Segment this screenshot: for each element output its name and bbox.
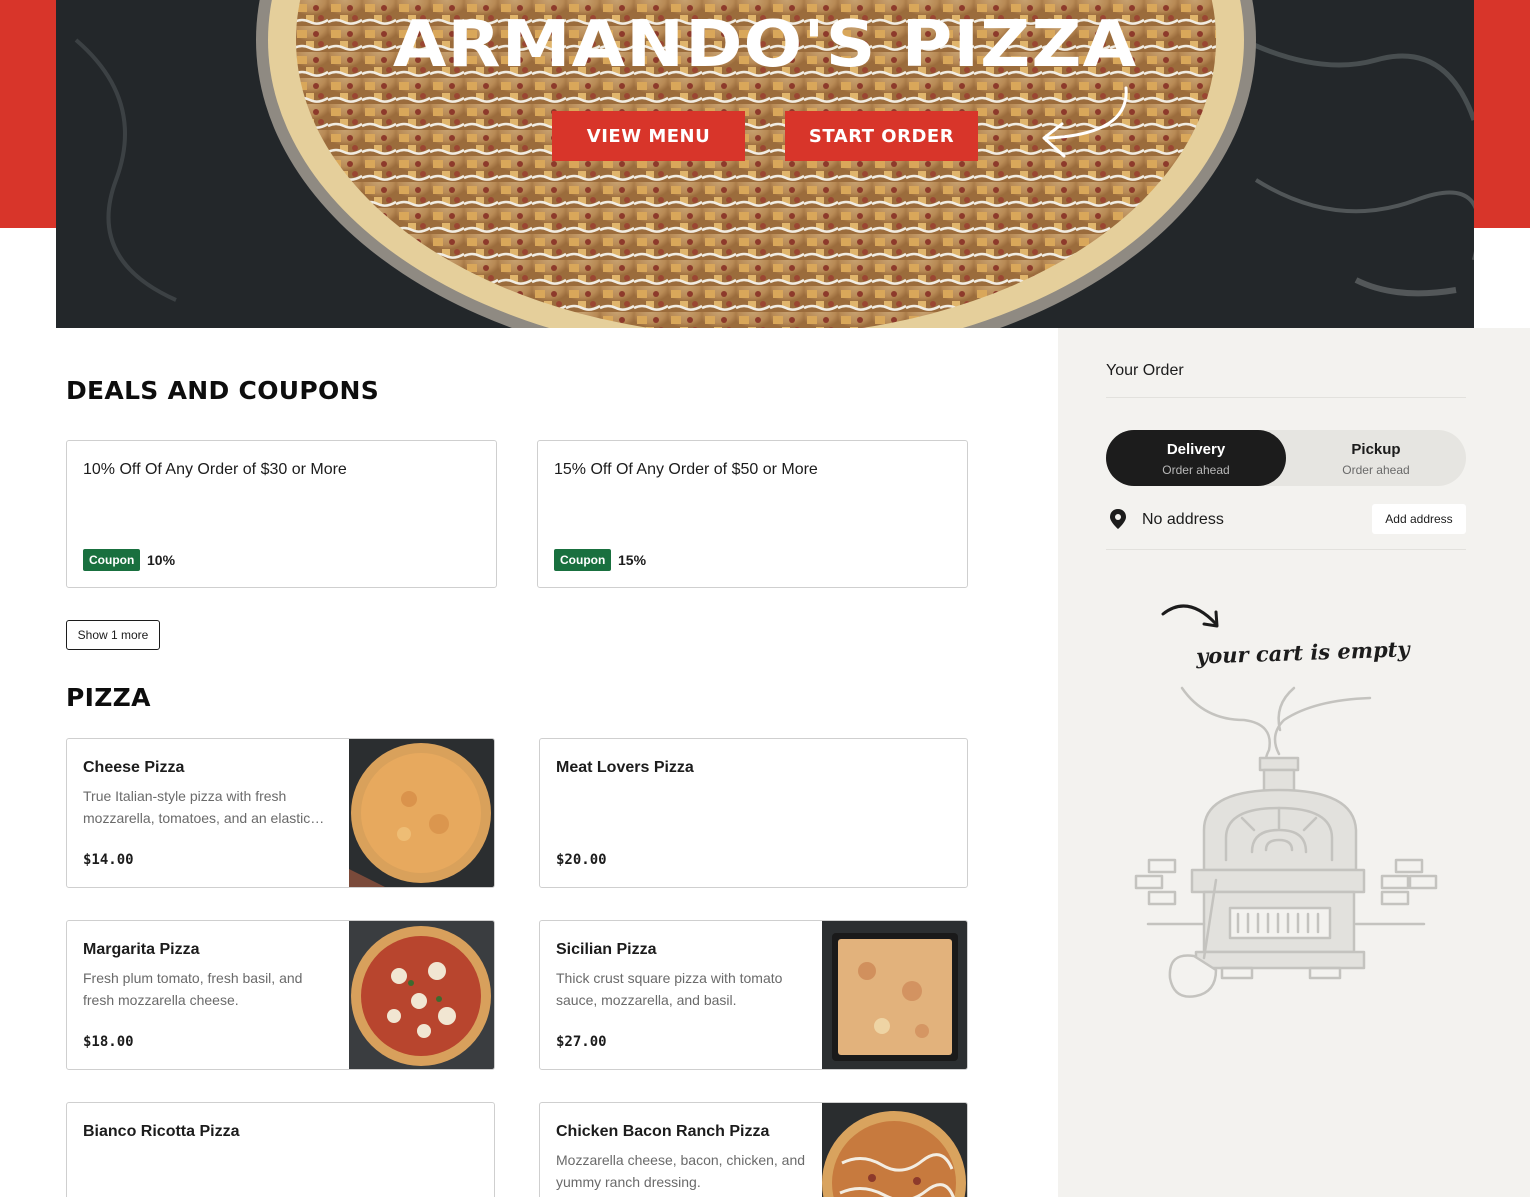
divider: [1106, 397, 1466, 398]
start-order-button[interactable]: START ORDER: [785, 111, 978, 161]
menu-item-card[interactable]: Bianco Ricotta Pizza: [66, 1102, 495, 1197]
page: ARMANDO'S PIZZA VIEW MENU START ORDER DE…: [0, 0, 1530, 1197]
coupon-value: 10%: [147, 552, 176, 568]
menu-item-card[interactable]: Sicilian Pizza Thick crust square pizza …: [539, 920, 968, 1070]
menu-item-price: $18.00: [83, 1034, 134, 1050]
divider: [1106, 549, 1466, 550]
menu-item-price: $20.00: [556, 852, 607, 868]
coupon-card[interactable]: 10% Off Of Any Order of $30 or More Coup…: [66, 440, 497, 588]
view-menu-button[interactable]: VIEW MENU: [552, 111, 745, 161]
delivery-label: Delivery: [1166, 441, 1226, 458]
curved-arrow-icon: [1161, 604, 1219, 628]
coupon-card[interactable]: 15% Off Of Any Order of $50 or More Coup…: [537, 440, 968, 588]
menu-item-card[interactable]: Chicken Bacon Ranch Pizza Mozzarella che…: [539, 1102, 968, 1197]
menu-item-price: $27.00: [556, 1034, 607, 1050]
menu-item-description: Fresh plum tomato, fresh basil, and fres…: [83, 970, 303, 1008]
cheese-pizza-image: [349, 739, 494, 887]
map-pin-icon: [1110, 509, 1126, 529]
menu-item-name: Cheese Pizza: [83, 759, 185, 776]
deals-section-title: DEALS AND COUPONS: [66, 376, 380, 405]
menu-item-card[interactable]: Meat Lovers Pizza $20.00: [539, 738, 968, 888]
add-address-button[interactable]: Add address: [1372, 504, 1466, 534]
order-title: Your Order: [1106, 362, 1184, 379]
menu-item-name: Margarita Pizza: [83, 941, 200, 958]
order-sidebar: Your Order Delivery Order ahead Pickup O…: [1058, 328, 1530, 1197]
address-row: No address Add address: [1106, 504, 1466, 534]
menu-item-price: $14.00: [83, 852, 134, 868]
menu-item-description: Thick crust square pizza with tomato sau…: [556, 970, 783, 1008]
pizza-section-title: PIZZA: [66, 683, 151, 712]
show-more-button[interactable]: Show 1 more: [66, 620, 160, 650]
empty-cart-text: your cart is empty: [1195, 636, 1410, 669]
fulfillment-toggle: Delivery Order ahead Pickup Order ahead: [1106, 430, 1466, 486]
coupon-title: 10% Off Of Any Order of $30 or More: [83, 461, 347, 478]
sicilian-pizza-image: [822, 921, 967, 1069]
menu-item-name: Chicken Bacon Ranch Pizza: [556, 1123, 770, 1140]
pickup-sublabel: Order ahead: [1342, 463, 1410, 477]
hero-banner: ARMANDO'S PIZZA VIEW MENU START ORDER: [56, 0, 1474, 328]
pickup-label: Pickup: [1351, 441, 1401, 458]
coupon-badge: Coupon: [83, 549, 141, 571]
menu-item-card[interactable]: Cheese Pizza True Italian-style pizza wi…: [66, 738, 495, 888]
menu-item-card[interactable]: Margarita Pizza Fresh plum tomato, fresh…: [66, 920, 495, 1070]
delivery-sublabel: Order ahead: [1162, 463, 1230, 477]
chicken-bacon-ranch-pizza-image: [822, 1103, 967, 1197]
hero-title: ARMANDO'S PIZZA: [392, 8, 1138, 82]
menu-item-description: True Italian-style pizza with fresh mozz…: [83, 788, 311, 826]
menu-item-description: Mozzarella cheese, bacon, chicken, and y…: [556, 1152, 806, 1190]
curved-arrow-icon: [1042, 86, 1128, 158]
pizza-oven-illustration: [1134, 686, 1438, 998]
margarita-pizza-image: [349, 921, 494, 1069]
menu-item-name: Bianco Ricotta Pizza: [83, 1123, 240, 1140]
menu-item-name: Meat Lovers Pizza: [556, 759, 694, 776]
coupon-value: 15%: [618, 552, 647, 568]
menu-item-name: Sicilian Pizza: [556, 941, 657, 958]
delivery-option[interactable]: Delivery Order ahead: [1106, 430, 1286, 486]
address-text: No address: [1142, 511, 1224, 528]
coupon-title: 15% Off Of Any Order of $50 or More: [554, 461, 818, 478]
pickup-option[interactable]: Pickup Order ahead: [1286, 430, 1466, 486]
coupon-badge: Coupon: [554, 549, 612, 571]
